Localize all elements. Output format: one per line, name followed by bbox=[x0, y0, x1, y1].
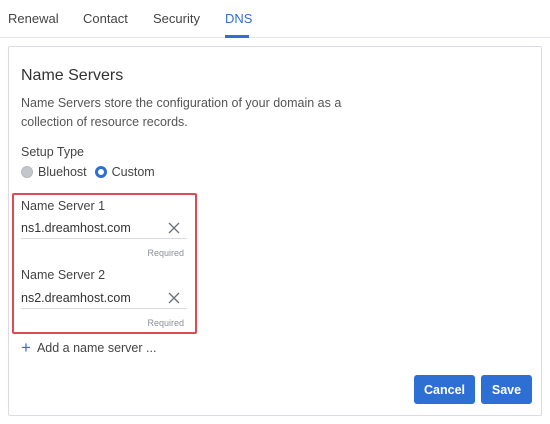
add-name-server-label: Add a name server ... bbox=[36, 341, 157, 355]
name-servers-card: Name Servers Name Servers store the conf… bbox=[8, 46, 542, 416]
radio-bluehost[interactable] bbox=[21, 166, 33, 178]
name-server-2-label: Name Server 2 bbox=[21, 268, 106, 282]
plus-icon: + bbox=[21, 338, 31, 357]
close-icon[interactable] bbox=[167, 221, 181, 235]
tab-contact[interactable]: Contact bbox=[83, 11, 128, 26]
name-servers-highlight bbox=[12, 193, 197, 334]
card-description: Name Servers store the configuration of … bbox=[21, 96, 342, 129]
tab-bar: Renewal Contact Security DNS bbox=[0, 0, 550, 38]
radio-bluehost-label[interactable]: Bluehost bbox=[38, 165, 87, 179]
cancel-button[interactable]: Cancel bbox=[414, 375, 475, 404]
name-server-1-required-hint: Required bbox=[147, 248, 184, 258]
save-button[interactable]: Save bbox=[481, 375, 532, 404]
setup-type-radio-group: Bluehost Custom bbox=[21, 163, 163, 181]
tab-dns[interactable]: DNS bbox=[225, 11, 252, 26]
radio-custom-label[interactable]: Custom bbox=[112, 165, 155, 179]
setup-type-label: Setup Type bbox=[21, 145, 85, 159]
radio-custom[interactable] bbox=[94, 166, 107, 178]
name-server-2-input[interactable] bbox=[21, 287, 187, 309]
name-server-1-label: Name Server 1 bbox=[21, 199, 106, 213]
name-server-2-required-hint: Required bbox=[147, 318, 184, 328]
tab-security[interactable]: Security bbox=[153, 11, 200, 26]
active-tab-indicator bbox=[225, 35, 249, 38]
close-icon[interactable] bbox=[167, 291, 181, 305]
add-name-server-button[interactable]: + Add a name server ... bbox=[21, 339, 156, 357]
name-server-1-input[interactable] bbox=[21, 217, 187, 239]
card-title: Name Servers bbox=[21, 67, 124, 84]
tab-renewal[interactable]: Renewal bbox=[8, 11, 59, 26]
